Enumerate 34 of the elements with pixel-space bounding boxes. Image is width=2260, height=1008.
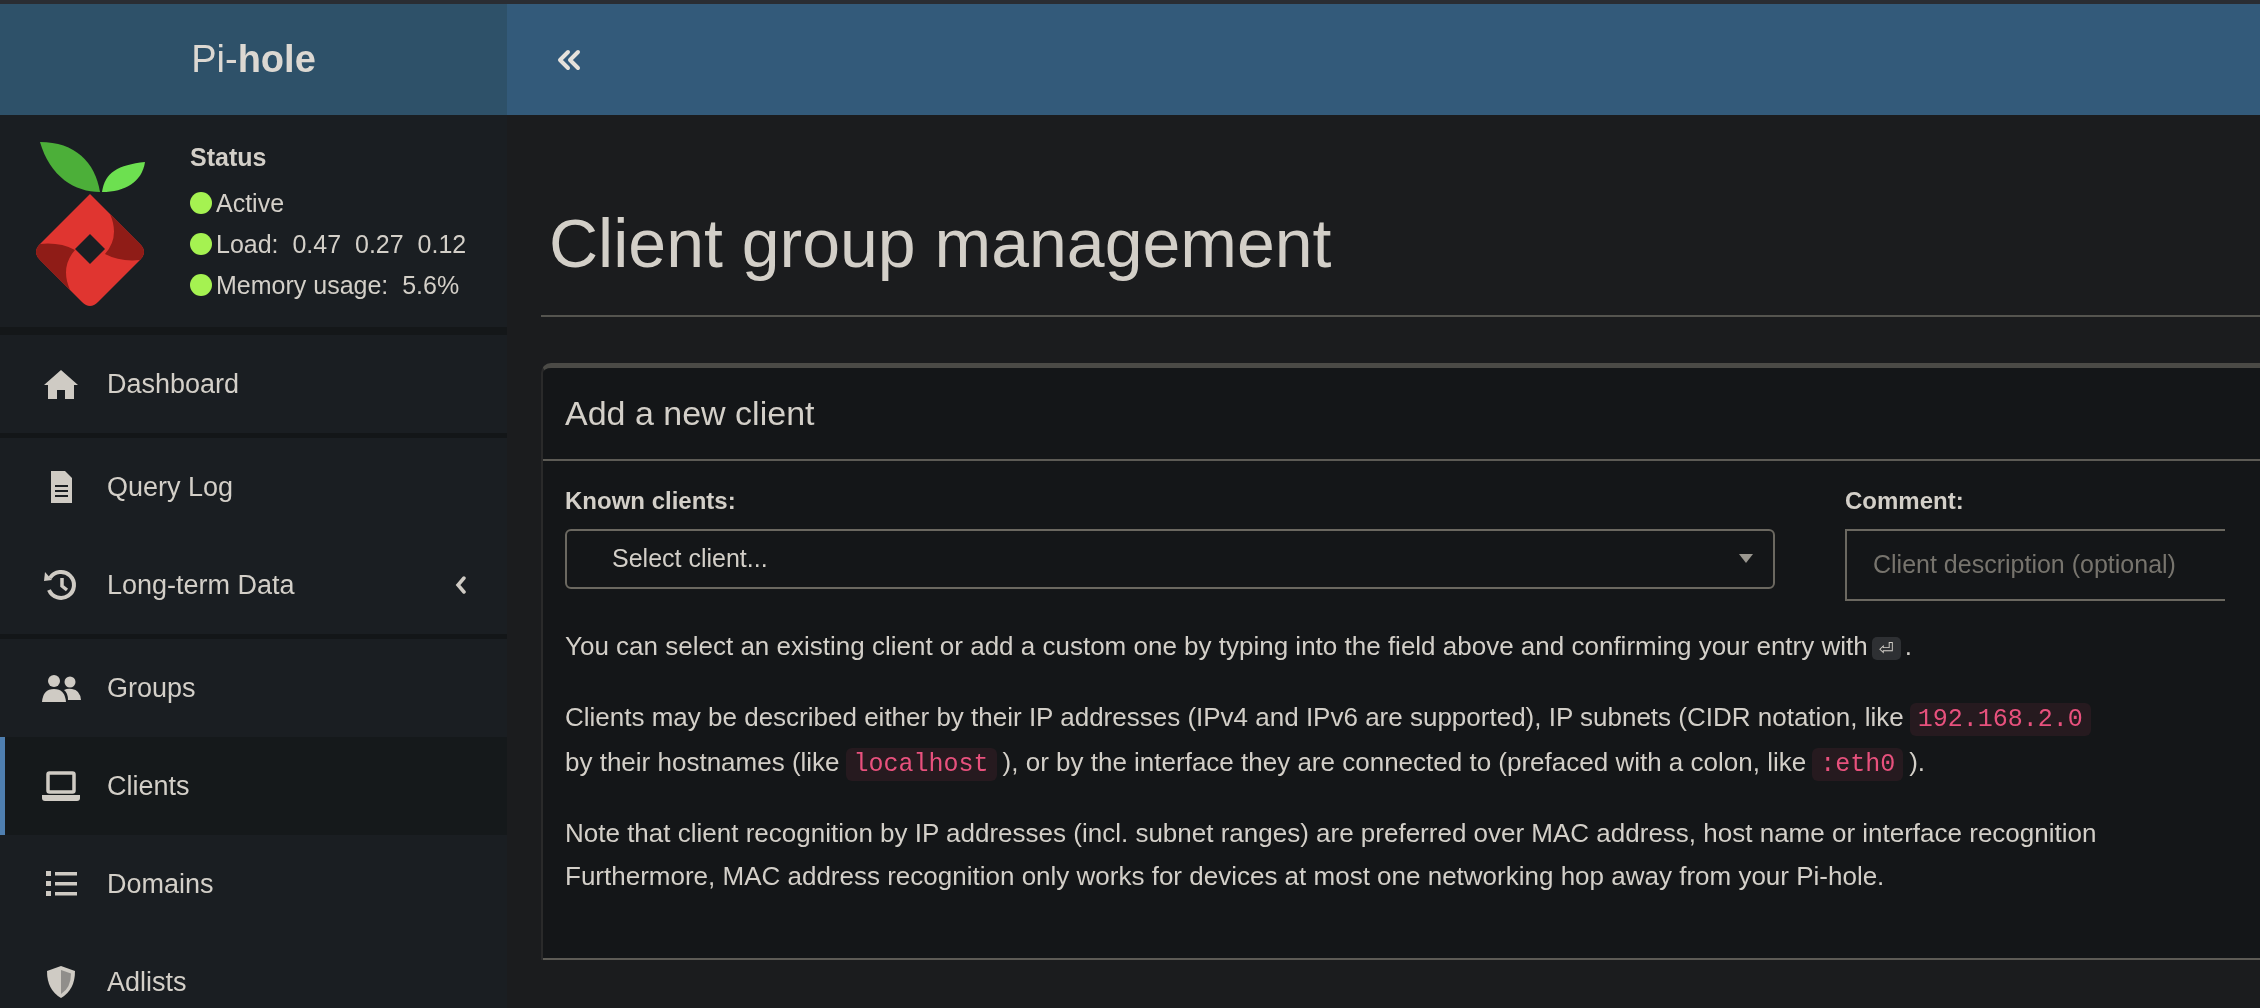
inline-code: :eth0 xyxy=(1812,747,1904,781)
card-title: Add a new client xyxy=(565,393,815,432)
caret-icon xyxy=(1739,554,1753,564)
status-text: Load: 0.47 0.27 0.12 xyxy=(216,228,467,260)
sidebar-menu-item[interactable]: Dashboard xyxy=(0,335,507,433)
inline-code: 192.168.2.0 xyxy=(1909,702,2091,736)
laptop-icon xyxy=(41,769,81,803)
help-text: Furthermore, MAC address recognition only works for devices at most one networking hop away from your Pi-hole. xyxy=(565,860,1885,891)
sidebar-menu-item[interactable]: Clients xyxy=(0,737,507,835)
help-text: Clients may be described either by their IP addresses (IPv4 and IPv6 are supported), IP subnets (CIDR notation, like xyxy=(565,701,1904,732)
help-text: You can select an existing client or add a custom one by typing into the field above and confirming your entry with xyxy=(565,630,1868,661)
field-label: Comment: xyxy=(1845,485,1965,516)
help-text: ), or by the interface they are connected to (prefaced with a colon, like xyxy=(1002,746,1807,777)
client-select[interactable]: Select client... xyxy=(565,528,1775,589)
status-text: Memory usage: 5.6% xyxy=(216,269,460,301)
sidebar-menu-item[interactable]: Query Log xyxy=(0,438,507,536)
sidebar-menu-item[interactable]: Groups xyxy=(0,639,507,737)
comment-input-field[interactable]: Client description (optional) xyxy=(1845,528,2225,601)
inline-code: localhost xyxy=(845,747,997,781)
sidebar-menu-item[interactable]: Domains xyxy=(0,835,507,933)
brand-logo-text[interactable]: Pi-hole xyxy=(191,31,316,88)
enter-key: ⏎ xyxy=(1871,636,1901,660)
chevron-left-icon xyxy=(455,576,467,594)
help-text: ). xyxy=(1909,746,1926,777)
page-title: Client group management xyxy=(549,204,1333,283)
sidebar-menu-item[interactable]: Long-term Data xyxy=(0,536,507,634)
status-title: Status xyxy=(190,142,268,173)
help-text: . xyxy=(1904,630,1913,661)
double-chevron-icon xyxy=(557,49,581,72)
help-text: by their hostnames (like xyxy=(565,746,840,777)
field-label: Known clients: xyxy=(565,485,737,516)
status-text: Active xyxy=(216,187,285,219)
help-text: Note that client recognition by IP addresses (incl. subnet ranges) are preferred over MAC address, host name or interface recognition xyxy=(565,817,2097,848)
sidebar-menu-item[interactable]: Adlists xyxy=(0,933,507,1008)
